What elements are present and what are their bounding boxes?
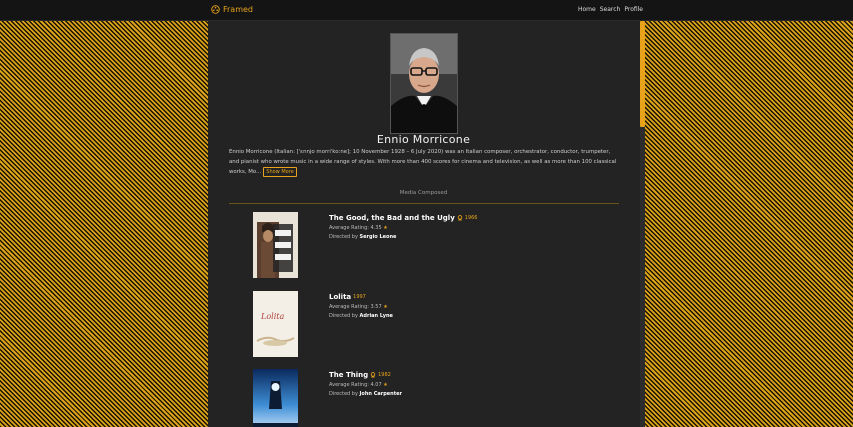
film-rating: Average Rating: 4.35 ★: [329, 225, 478, 231]
person-bio: Ennio Morricone (Italian: [ˈɛnnjo morriˈ…: [229, 148, 621, 178]
nav-home[interactable]: Home: [578, 6, 596, 13]
scrollbar-thumb[interactable]: [640, 21, 645, 127]
directed-label: Directed by: [329, 234, 358, 240]
brand-name: Framed: [223, 5, 254, 14]
film-year: 1997: [353, 294, 366, 300]
director-name[interactable]: Sergio Leone: [360, 234, 397, 240]
film-poster[interactable]: [253, 369, 298, 427]
nav-search[interactable]: Search: [600, 6, 621, 13]
film-poster[interactable]: Lolita: [253, 291, 298, 357]
brand-link[interactable]: Framed: [211, 5, 253, 14]
star-icon: ★: [383, 382, 388, 388]
film-poster[interactable]: [253, 212, 298, 278]
rating-label: Average Rating:: [329, 225, 369, 231]
film-rating: Average Rating: 3.57 ★: [329, 304, 393, 310]
award-icon: [457, 215, 462, 221]
star-icon: ★: [383, 304, 388, 310]
person-panel: Ennio Morricone Ennio Morricone (Italian…: [208, 21, 645, 427]
film-list-item[interactable]: The Good, the Bad and the Ugly 1966 Aver…: [253, 212, 613, 282]
film-year: 1982: [378, 372, 391, 378]
film-list-item[interactable]: The Thing 1982 Average Rating: 4.07 ★ Di…: [253, 369, 613, 427]
film-info: The Good, the Bad and the Ugly 1966 Aver…: [329, 214, 478, 240]
film-reel-icon: [211, 5, 220, 14]
rating-value: 3.57: [370, 304, 382, 310]
director-name[interactable]: John Carpenter: [360, 391, 402, 397]
directed-label: Directed by: [329, 391, 358, 397]
film-info: The Thing 1982 Average Rating: 4.07 ★ Di…: [329, 371, 402, 397]
film-title[interactable]: Lolita: [329, 293, 351, 301]
rating-value: 4.07: [370, 382, 382, 388]
film-rating: Average Rating: 4.07 ★: [329, 382, 402, 388]
scrollbar-track[interactable]: [640, 21, 645, 427]
film-year: 1966: [464, 215, 478, 221]
rating-label: Average Rating:: [329, 382, 369, 388]
rating-label: Average Rating:: [329, 304, 369, 310]
directed-label: Directed by: [329, 313, 358, 319]
star-icon: ★: [383, 225, 388, 231]
top-navbar: Framed Home Search Profile: [0, 0, 853, 21]
film-info: Lolita 1997 Average Rating: 3.57 ★ Direc…: [329, 293, 393, 319]
person-name: Ennio Morricone: [376, 133, 471, 146]
svg-text:Lolita: Lolita: [260, 312, 284, 321]
film-title-row[interactable]: The Good, the Bad and the Ugly 1966: [329, 214, 478, 222]
section-divider: [229, 203, 619, 204]
award-icon: [370, 372, 376, 378]
film-title-row[interactable]: Lolita 1997: [329, 293, 393, 301]
nav-links: Home Search Profile: [578, 6, 643, 13]
film-title[interactable]: The Good, the Bad and the Ugly: [329, 214, 455, 222]
rating-value: 4.35: [370, 225, 382, 231]
section-heading: Media Composed: [399, 190, 448, 196]
person-photo: [390, 33, 458, 134]
film-director: Directed by Adrian Lyne: [329, 313, 393, 319]
director-name[interactable]: Adrian Lyne: [360, 313, 393, 319]
film-director: Directed by Sergio Leone: [329, 234, 478, 240]
nav-profile[interactable]: Profile: [624, 6, 643, 13]
film-list-item[interactable]: Lolita Lolita 1997 Average Rating: 3.57 …: [253, 291, 613, 361]
film-title[interactable]: The Thing: [329, 371, 368, 379]
film-director: Directed by John Carpenter: [329, 391, 402, 397]
film-title-row[interactable]: The Thing 1982: [329, 371, 402, 379]
show-more-button[interactable]: Show More: [263, 167, 297, 177]
